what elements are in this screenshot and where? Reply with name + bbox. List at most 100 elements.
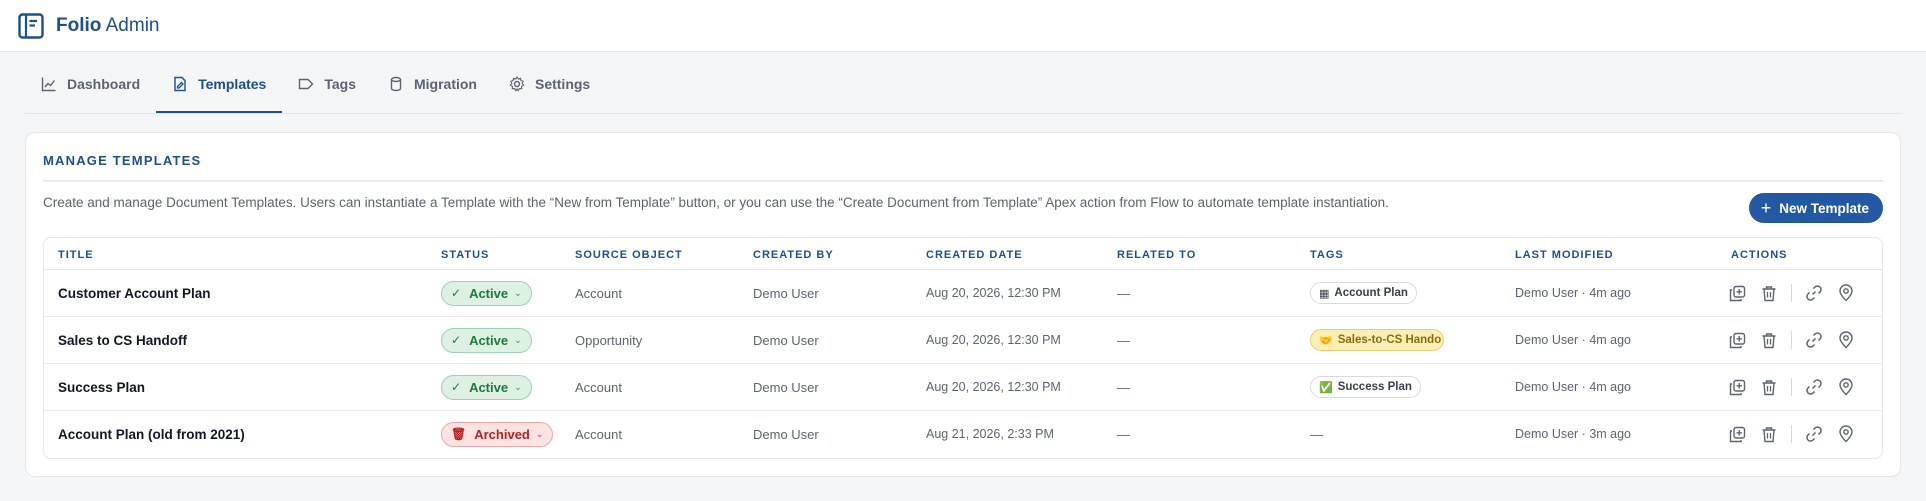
header-tags[interactable]: TAGS [1310,249,1344,261]
status-dropdown[interactable]: ✓ Active ⌄ [441,280,532,306]
tags-cell: ▦ Account Plan [1310,270,1417,316]
tab-dashboard[interactable]: Dashboard [25,51,156,113]
link-icon[interactable] [1804,330,1824,350]
tag-label: Success Plan [1337,381,1412,393]
header-created-by[interactable]: CREATED BY [753,249,834,261]
tab-templates[interactable]: Templates [156,51,283,113]
database-icon [390,76,402,92]
table-row[interactable]: Customer Account Plan ✓ Active ⌄ Account… [44,270,1882,317]
tag-emoji-icon: 🤝 [1319,334,1333,347]
status-cell: ✓ Active ⌄ [441,317,532,363]
status-label: Active [469,379,509,395]
status-cell: 🗑 Archived ⌄ [441,411,554,457]
header-created-date[interactable]: CREATED DATE [926,249,1023,261]
tab-migration[interactable]: Migration [372,51,493,113]
header-source-object[interactable]: SOURCE OBJECT [575,249,683,261]
tag-label: Account Plan [1334,287,1408,299]
check-icon: ✓ [451,286,462,300]
row-last-modified: Demo User · 4m ago [1515,286,1632,300]
status-label: Archived [474,426,530,442]
plus-icon: + [1760,198,1772,218]
status-cell: ✓ Active ⌄ [441,270,532,316]
link-icon[interactable] [1804,377,1824,397]
table-row[interactable]: Sales to CS Handoff ✓ Active ⌄ Opportuni… [44,317,1882,364]
link-icon[interactable] [1804,283,1824,303]
check-icon: ✓ [451,380,462,394]
tag-badge[interactable]: ✅ Success Plan [1310,376,1421,398]
tag-badge[interactable]: 🤝 Sales-to-CS Hando [1310,329,1444,351]
tag-emoji-icon: ✅ [1319,381,1333,394]
new-template-button[interactable]: + New Template [1748,193,1883,223]
actions-divider [1791,425,1792,443]
table-header: TITLE STATUS SOURCE OBJECT CREATED BY CR… [44,238,1882,270]
table-row[interactable]: Account Plan (old from 2021) 🗑 Archived … [44,411,1882,458]
row-created-by: Demo User [753,332,819,348]
row-source-object: Account [575,379,622,395]
row-title[interactable]: Customer Account Plan [58,270,211,316]
row-source-object: Opportunity [575,332,643,348]
location-pin-icon[interactable] [1836,283,1856,303]
header-related-to[interactable]: RELATED TO [1117,249,1196,261]
row-source-object: Account [575,426,622,442]
tab-settings[interactable]: Settings [493,51,606,113]
row-created-by: Demo User [753,379,819,395]
row-actions [1727,364,1868,410]
duplicate-icon[interactable] [1727,424,1747,444]
trash-icon[interactable] [1759,330,1779,350]
row-title[interactable]: Sales to CS Handoff [58,317,187,363]
main-tabs: Dashboard Templates Tags Migration Setti… [25,52,1901,114]
table-row[interactable]: Success Plan ✓ Active ⌄ Account Demo Use… [44,364,1882,411]
top-bar: Folio Admin [0,0,1926,52]
tab-label: Templates [198,76,267,92]
row-created-date: Aug 20, 2026, 12:30 PM [926,286,1061,300]
location-pin-icon[interactable] [1836,377,1856,397]
tag-icon [299,78,314,90]
row-title[interactable]: Account Plan (old from 2021) [58,411,245,457]
trash-icon[interactable] [1759,377,1779,397]
brand-name: Folio Admin [56,14,160,36]
duplicate-icon[interactable] [1727,283,1747,303]
panel-title: MANAGE TEMPLATES [43,153,202,168]
trash-icon[interactable] [1759,424,1779,444]
location-pin-icon[interactable] [1836,330,1856,350]
header-title[interactable]: TITLE [58,249,94,261]
row-actions [1727,270,1868,316]
template-icon [174,76,186,92]
duplicate-icon[interactable] [1727,330,1747,350]
location-pin-icon[interactable] [1836,424,1856,444]
folio-logo-icon[interactable] [18,12,44,39]
row-created-date: Aug 20, 2026, 12:30 PM [926,333,1061,347]
tag-badge[interactable]: ▦ Account Plan [1310,282,1417,304]
panel-description: Create and manage Document Templates. Us… [43,195,1389,210]
trash-icon[interactable] [1759,283,1779,303]
row-related-to: — [1117,426,1130,442]
status-dropdown[interactable]: ✓ Active ⌄ [441,374,532,400]
row-last-modified: Demo User · 4m ago [1515,333,1632,347]
header-actions: ACTIONS [1731,249,1788,261]
tab-tags[interactable]: Tags [282,51,372,113]
row-created-date: Aug 21, 2026, 2:33 PM [926,427,1054,441]
status-dropdown[interactable]: ✓ Active ⌄ [441,327,532,353]
tags-empty: — [1310,426,1323,442]
check-icon: ✓ [451,333,462,347]
duplicate-icon[interactable] [1727,377,1747,397]
header-status[interactable]: STATUS [441,249,489,261]
actions-divider [1791,378,1792,396]
tag-label: Sales-to-CS Hando [1337,334,1442,346]
tags-cell: 🤝 Sales-to-CS Hando [1310,317,1444,363]
row-related-to: — [1117,285,1130,301]
row-source-object: Account [575,285,622,301]
row-created-date: Aug 20, 2026, 12:30 PM [926,380,1061,394]
tab-label: Dashboard [67,76,141,92]
row-related-to: — [1117,332,1130,348]
row-last-modified: Demo User · 3m ago [1515,427,1632,441]
row-title[interactable]: Success Plan [58,364,145,410]
header-last-modified[interactable]: LAST MODIFIED [1515,249,1614,261]
chevron-down-icon: ⌄ [514,381,522,392]
tags-cell: ✅ Success Plan [1310,364,1421,410]
tab-label: Settings [534,76,591,92]
row-created-by: Demo User [753,426,819,442]
chevron-down-icon: ⌄ [514,334,522,345]
status-dropdown[interactable]: 🗑 Archived ⌄ [441,421,554,447]
link-icon[interactable] [1804,424,1824,444]
